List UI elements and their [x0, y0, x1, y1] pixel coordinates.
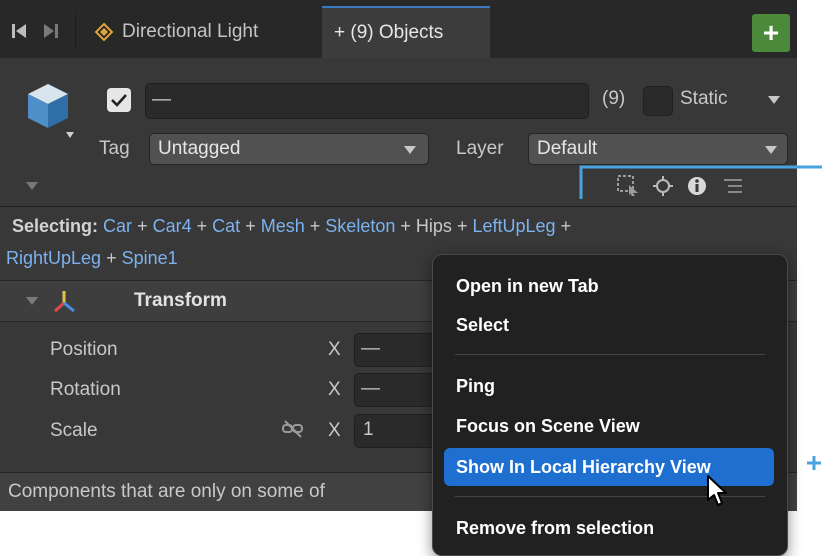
add-tab-label: +: [762, 17, 780, 48]
object-name-field[interactable]: —: [145, 83, 589, 119]
selecting-line-1: Selecting: Car + Car4 + Cat + Mesh + Ske…: [12, 216, 792, 237]
transform-axis-icon: [54, 291, 75, 313]
active-checkbox[interactable]: [107, 88, 131, 112]
selecting-item-car4[interactable]: Car4: [153, 216, 192, 236]
static-dropdown-arrow-icon[interactable]: [768, 96, 780, 104]
scale-label: Scale: [50, 420, 98, 441]
callout-plus-icon: [807, 456, 821, 470]
menu-item-open-new-tab[interactable]: Open in new Tab: [444, 267, 774, 305]
checkmark-icon: [111, 94, 127, 107]
selecting-item-hips: Hips: [415, 216, 452, 236]
footer-text: Components that are only on some of: [8, 481, 325, 502]
foldout-arrow-icon[interactable]: [26, 297, 38, 305]
selecting-item-rightupleg[interactable]: RightUpLeg: [6, 248, 101, 268]
rotation-x-value: —: [361, 378, 380, 399]
callout-line: [579, 165, 822, 199]
history-forward-icon[interactable]: [44, 24, 58, 38]
static-checkbox[interactable]: [643, 86, 673, 116]
selecting-item-spine1[interactable]: Spine1: [122, 248, 178, 268]
separator: +: [245, 216, 256, 236]
selecting-label: Selecting:: [12, 216, 99, 236]
directional-light-icon: [94, 22, 114, 42]
selecting-item-cat[interactable]: Cat: [212, 216, 240, 236]
tag-value: Untagged: [158, 138, 241, 159]
transform-title: Transform: [134, 290, 227, 311]
separator: +: [560, 216, 572, 236]
separator: +: [137, 216, 148, 236]
layer-label: Layer: [456, 138, 504, 159]
separator: +: [196, 216, 208, 236]
separator: +: [400, 216, 411, 236]
menu-item-select[interactable]: Select: [444, 306, 774, 344]
menu-item-focus-scene-view[interactable]: Focus on Scene View: [444, 407, 774, 445]
tab-label: Directional Light: [122, 21, 259, 42]
rotation-x-label: X: [328, 379, 341, 400]
context-menu: Open in new Tab Select Ping Focus on Sce…: [432, 254, 788, 556]
separator: +: [106, 248, 117, 268]
tab-divider: [75, 14, 76, 48]
selecting-item-skeleton[interactable]: Skeleton: [325, 216, 395, 236]
tab-directional-light[interactable]: Directional Light: [94, 6, 319, 58]
rotation-label: Rotation: [50, 379, 121, 400]
divider: [0, 206, 797, 207]
menu-separator: [455, 354, 765, 355]
foldout-arrow-icon[interactable]: [26, 182, 38, 190]
position-x-label: X: [328, 339, 341, 360]
layer-value: Default: [537, 138, 598, 159]
tab-label: + (9) Objects: [334, 22, 444, 43]
layer-dropdown[interactable]: Default: [528, 133, 788, 165]
tag-dropdown[interactable]: Untagged: [149, 133, 429, 165]
tag-label: Tag: [99, 138, 130, 159]
tab-objects[interactable]: + (9) Objects: [322, 6, 490, 58]
menu-item-remove-from-selection[interactable]: Remove from selection: [444, 509, 774, 547]
history-back-icon[interactable]: [12, 24, 26, 38]
selection-count: (9): [602, 88, 626, 109]
selecting-item-mesh[interactable]: Mesh: [261, 216, 305, 236]
add-tab-button[interactable]: +: [752, 14, 790, 52]
static-label: Static: [680, 88, 728, 109]
object-name-value: —: [152, 89, 171, 110]
mouse-cursor-icon: [707, 475, 727, 506]
chevron-down-icon: [765, 146, 777, 154]
scale-x-value: 1: [363, 419, 374, 440]
chevron-down-icon: [404, 146, 416, 154]
gameobject-cube-icon[interactable]: [22, 80, 74, 138]
position-label: Position: [50, 339, 118, 360]
selecting-item-car[interactable]: Car: [103, 216, 132, 236]
separator: +: [456, 216, 468, 236]
position-x-value: —: [361, 338, 380, 359]
menu-item-ping[interactable]: Ping: [444, 367, 774, 405]
scale-x-label: X: [328, 420, 341, 441]
separator: +: [309, 216, 321, 236]
selecting-item-leftupleg[interactable]: LeftUpLeg: [472, 216, 555, 236]
unlinked-scale-icon[interactable]: [282, 419, 304, 439]
tab-bar: Directional Light + (9) Objects +: [0, 0, 797, 58]
